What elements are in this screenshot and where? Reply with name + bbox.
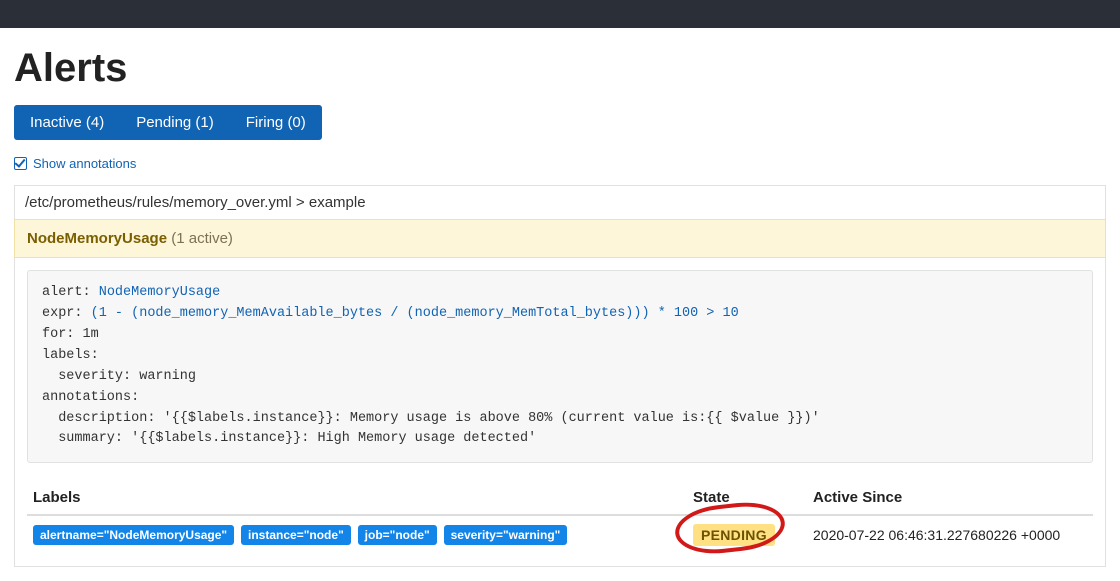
col-header-state: State <box>687 481 807 515</box>
code-expr-link[interactable]: (1 - (node_memory_MemAvailable_bytes / (… <box>91 306 739 321</box>
rule-name: NodeMemoryUsage <box>27 230 167 247</box>
code-description-line: description: '{{$labels.instance}}: Memo… <box>42 411 820 426</box>
code-summary-line: summary: '{{$labels.instance}}: High Mem… <box>42 431 536 446</box>
checkbox-icon <box>14 157 27 170</box>
label-chip[interactable]: severity="warning" <box>444 525 568 545</box>
tab-inactive[interactable]: Inactive (4) <box>14 105 120 140</box>
show-annotations-toggle[interactable]: Show annotations <box>14 156 136 171</box>
rule-active-count: (1 active) <box>171 230 233 247</box>
table-row: alertname="NodeMemoryUsage" instance="no… <box>27 515 1093 554</box>
code-labels-line: labels: <box>42 348 99 363</box>
code-annotations-line: annotations: <box>42 390 139 405</box>
alert-filter-tabs: Inactive (4) Pending (1) Firing (0) <box>14 105 322 140</box>
cell-labels: alertname="NodeMemoryUsage" instance="no… <box>27 515 687 554</box>
label-chip[interactable]: alertname="NodeMemoryUsage" <box>33 525 234 545</box>
code-for-line: for: 1m <box>42 327 99 342</box>
rule-group-path[interactable]: /etc/prometheus/rules/memory_over.yml > … <box>14 185 1106 219</box>
show-annotations-label: Show annotations <box>33 156 136 171</box>
label-chip[interactable]: job="node" <box>358 525 437 545</box>
page-title: Alerts <box>14 46 1106 91</box>
cell-state: PENDING <box>687 515 807 554</box>
col-header-labels: Labels <box>27 481 687 515</box>
code-alert-kw: alert: <box>42 285 99 300</box>
code-alert-link[interactable]: NodeMemoryUsage <box>99 285 221 300</box>
rule-header[interactable]: NodeMemoryUsage (1 active) <box>14 219 1106 258</box>
code-expr-kw: expr: <box>42 306 91 321</box>
rule-definition-code: alert: NodeMemoryUsage expr: (1 - (node_… <box>27 270 1093 463</box>
label-chip[interactable]: instance="node" <box>241 525 351 545</box>
alerts-table: Labels State Active Since alertname="Nod… <box>27 481 1093 554</box>
code-severity-line: severity: warning <box>42 369 196 384</box>
tab-pending[interactable]: Pending (1) <box>120 105 230 140</box>
tab-firing[interactable]: Firing (0) <box>230 105 322 140</box>
cell-active-since: 2020-07-22 06:46:31.227680226 +0000 <box>807 515 1093 554</box>
state-badge: PENDING <box>693 524 775 546</box>
col-header-active-since: Active Since <box>807 481 1093 515</box>
top-nav-bar <box>0 0 1120 28</box>
rule-body: alert: NodeMemoryUsage expr: (1 - (node_… <box>14 258 1106 567</box>
